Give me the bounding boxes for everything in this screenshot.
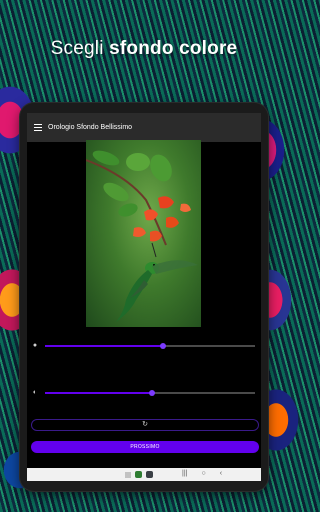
refresh-icon: ↻ xyxy=(142,421,148,428)
wallpaper-preview xyxy=(86,140,201,327)
home-icon[interactable]: ○ xyxy=(201,470,205,478)
app-title: Orologio Sfondo Bellissimo xyxy=(48,124,133,131)
headline-bold: sfondo colore xyxy=(109,38,238,59)
color-slider-thumb[interactable] xyxy=(159,343,166,349)
app-bar: Orologio Sfondo Bellissimo xyxy=(27,113,261,142)
reset-button[interactable]: ↻ xyxy=(31,419,259,431)
tablet-frame: Orologio Sfondo Bellissimo ● ◐ ↻ PROSSIM… xyxy=(20,103,268,491)
dock xyxy=(125,471,153,478)
color-slider[interactable]: ● xyxy=(31,341,257,351)
color-slider-fill xyxy=(45,345,163,347)
recents-icon[interactable]: ||| xyxy=(182,470,187,478)
headline-normal: Scegli xyxy=(50,38,104,59)
brightness-icon: ◐ xyxy=(32,389,38,396)
back-icon[interactable]: ‹ xyxy=(220,470,222,478)
navigation-bar: ||| ○ ‹ xyxy=(27,468,261,481)
menu-icon[interactable] xyxy=(34,124,42,131)
system-nav-buttons: ||| ○ ‹ xyxy=(182,470,222,478)
brightness-slider[interactable]: ◐ xyxy=(31,388,257,398)
dock-app-icon[interactable] xyxy=(135,471,142,478)
brightness-slider-fill xyxy=(45,392,153,394)
hummingbird-image xyxy=(86,150,198,322)
color-slider-track[interactable] xyxy=(45,343,255,349)
brightness-slider-track[interactable] xyxy=(45,390,255,396)
palette-icon: ● xyxy=(32,342,38,349)
dock-app-icon[interactable] xyxy=(146,471,153,478)
app-drawer-icon[interactable] xyxy=(125,471,131,478)
next-button[interactable]: PROSSIMO xyxy=(31,441,259,453)
app-screen: Orologio Sfondo Bellissimo ● ◐ ↻ PROSSIM… xyxy=(27,113,261,481)
headline: Scegli sfondo colore xyxy=(0,38,288,60)
brightness-slider-thumb[interactable] xyxy=(149,390,156,396)
